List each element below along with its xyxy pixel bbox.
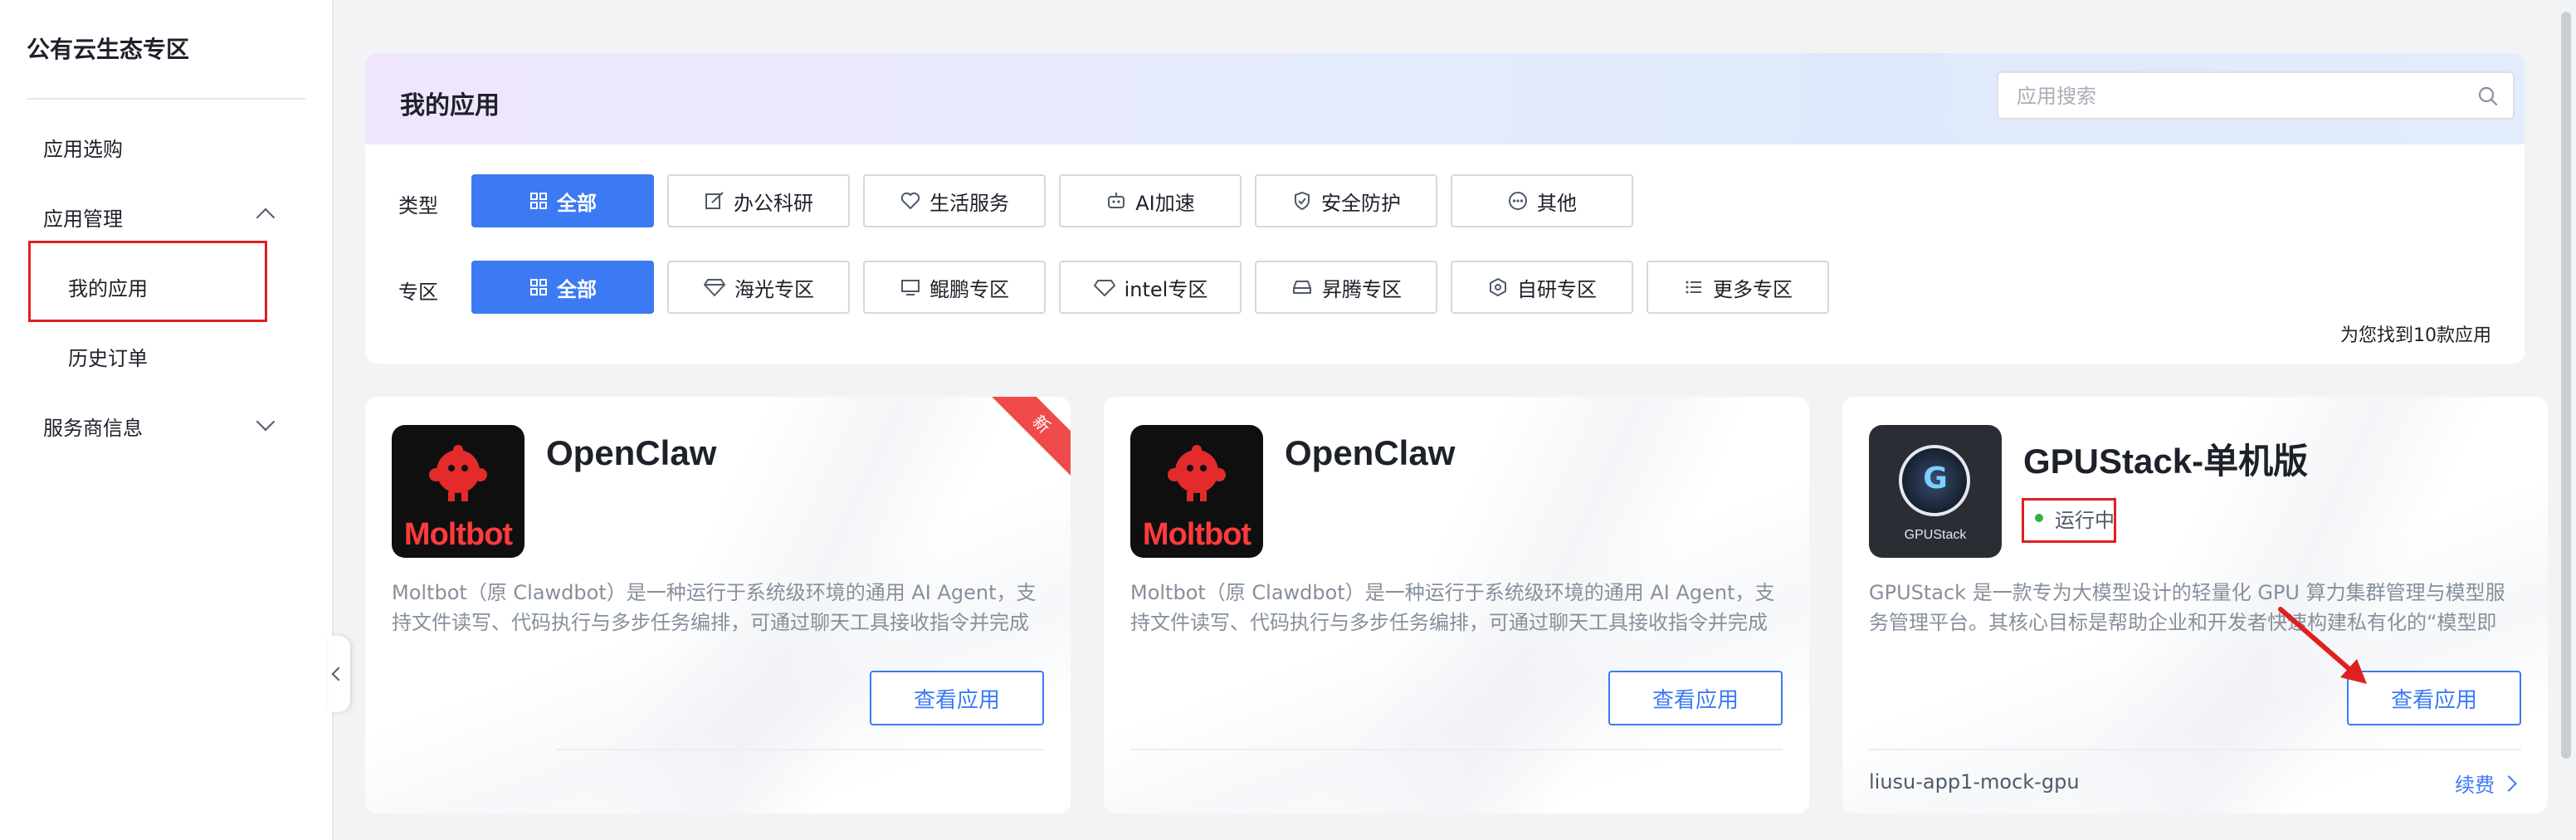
app-logo: Moltbot — [392, 425, 524, 558]
zone-chip-more[interactable]: 更多专区 — [1647, 261, 1829, 314]
type-chip-security[interactable]: 安全防护 — [1255, 174, 1437, 227]
zone-chip-intel[interactable]: intel专区 — [1059, 261, 1242, 314]
renew-link[interactable]: 续费 — [2455, 769, 2517, 798]
type-chip-office[interactable]: 办公科研 — [667, 174, 850, 227]
app-description: GPUStack 是一款专为大模型设计的轻量化 GPU 算力集群管理与模型服务管… — [1869, 581, 2505, 634]
card-divider — [556, 749, 1044, 750]
search-input[interactable] — [2015, 81, 2466, 111]
view-app-button[interactable]: 查看应用 — [1608, 671, 1783, 725]
chip-label: 鲲鹏专区 — [929, 277, 1009, 301]
heart-icon — [900, 192, 920, 209]
chip-label: 全部 — [557, 277, 597, 301]
chip-label: 安全防护 — [1321, 191, 1401, 215]
app-title: OpenClaw — [546, 433, 717, 472]
gpustack-g-icon: G — [1923, 462, 1948, 496]
instance-name: liusu-app1-mock-gpu — [1869, 770, 2080, 794]
chip-label: 更多专区 — [1713, 277, 1793, 301]
view-app-button[interactable]: 查看应用 — [870, 671, 1044, 725]
highlight-box-status — [2022, 498, 2116, 543]
result-count: 为您找到10款应用 — [2340, 325, 2491, 346]
edit-icon — [705, 192, 724, 209]
chip-label: AI加速 — [1135, 191, 1195, 215]
sidebar-divider — [27, 98, 305, 100]
zone-chip-hygon[interactable]: 海光专区 — [667, 261, 850, 314]
chip-label: 海光专区 — [734, 277, 814, 301]
zone-chip-ascend[interactable]: 昇腾专区 — [1255, 261, 1437, 314]
sidebar: 公有云生态专区 应用选购 应用管理 我的应用 历史订单 服务商信息 — [0, 0, 334, 840]
chevron-left-icon — [331, 667, 346, 681]
app-logo: Moltbot — [1130, 425, 1263, 558]
highlight-box-my-apps — [28, 241, 267, 322]
moltbot-mascot-icon — [429, 445, 487, 501]
app-card-3: G GPUStack GPUStack-单机版 运行中 GPUStack 是一款… — [1842, 397, 2548, 813]
type-chip-ai[interactable]: AI加速 — [1059, 174, 1242, 227]
page-title: 我的应用 — [400, 91, 500, 120]
logo-text: GPUStack — [1904, 528, 1967, 542]
more-circle-icon — [1509, 192, 1527, 210]
card-divider — [1869, 749, 2521, 750]
type-chip-life[interactable]: 生活服务 — [863, 174, 1046, 227]
app-title: GPUStack-单机版 — [2023, 442, 2309, 481]
chevron-right-icon — [2500, 774, 2517, 792]
card-divider — [1130, 749, 1783, 750]
logo-text: Moltbot — [1142, 517, 1251, 552]
filter-panel: 我的应用 类型 全部 办公科研 生活服务 — [365, 53, 2525, 364]
sidebar-item-app-purchase[interactable]: 应用选购 — [43, 133, 123, 162]
chevron-down-icon[interactable] — [256, 412, 276, 432]
app-card-2: Moltbot OpenClaw Moltbot（原 Clawdbot）是一种运… — [1104, 397, 1809, 813]
chip-label: intel专区 — [1124, 277, 1208, 301]
chip-label: 全部 — [557, 191, 597, 215]
chip-label: 自研专区 — [1517, 277, 1597, 301]
new-badge: 新 — [986, 397, 1071, 480]
sidebar-collapse-handle[interactable] — [329, 636, 350, 712]
renew-label: 续费 — [2455, 774, 2495, 797]
chip-label: 生活服务 — [929, 191, 1009, 215]
app-title: OpenClaw — [1285, 433, 1456, 472]
list-icon — [1686, 281, 1701, 294]
logo-text: Moltbot — [403, 517, 513, 552]
sidebar-item-provider-info[interactable]: 服务商信息 — [43, 412, 143, 441]
zone-chip-all[interactable]: 全部 — [471, 261, 654, 314]
page-scrollbar[interactable] — [2561, 12, 2571, 759]
zone-chip-kunpeng[interactable]: 鲲鹏专区 — [863, 261, 1046, 314]
type-chip-other[interactable]: 其他 — [1451, 174, 1633, 227]
search-box[interactable] — [1997, 71, 2515, 120]
car-icon — [1293, 281, 1311, 294]
app-card-1: 新 Moltbot OpenClaw Moltbot（原 Clawdbot）是一… — [365, 397, 1071, 813]
grid-icon — [530, 279, 547, 295]
gem-icon — [1093, 280, 1115, 296]
sidebar-item-app-management[interactable]: 应用管理 — [43, 203, 123, 232]
zone-label: 专区 — [398, 281, 438, 304]
sidebar-item-order-history[interactable]: 历史订单 — [68, 342, 148, 371]
chevron-up-icon[interactable] — [256, 208, 276, 227]
moltbot-mascot-icon — [1168, 445, 1226, 501]
app-logo: G GPUStack — [1869, 425, 2002, 558]
app-description: Moltbot（原 Clawdbot）是一种运行于系统级环境的通用 AI Age… — [1130, 581, 1775, 634]
diamond-icon — [704, 279, 725, 296]
shield-icon — [1295, 191, 1310, 211]
grid-icon — [530, 193, 547, 209]
robot-icon — [1108, 193, 1125, 208]
cube-icon — [1490, 278, 1506, 296]
chip-label: 其他 — [1537, 191, 1577, 215]
chip-label: 办公科研 — [734, 191, 813, 215]
type-chip-all[interactable]: 全部 — [471, 174, 654, 227]
search-icon[interactable] — [2476, 85, 2500, 108]
app-description: Moltbot（原 Clawdbot）是一种运行于系统级环境的通用 AI Age… — [392, 581, 1037, 634]
monitor-icon — [901, 280, 920, 295]
annotation-arrow-icon — [2278, 607, 2367, 684]
chip-label: 昇腾专区 — [1322, 277, 1402, 301]
sidebar-title: 公有云生态专区 — [27, 36, 190, 63]
type-label: 类型 — [398, 194, 438, 217]
zone-chip-self-developed[interactable]: 自研专区 — [1451, 261, 1633, 314]
panel-header: 我的应用 — [365, 53, 2525, 144]
